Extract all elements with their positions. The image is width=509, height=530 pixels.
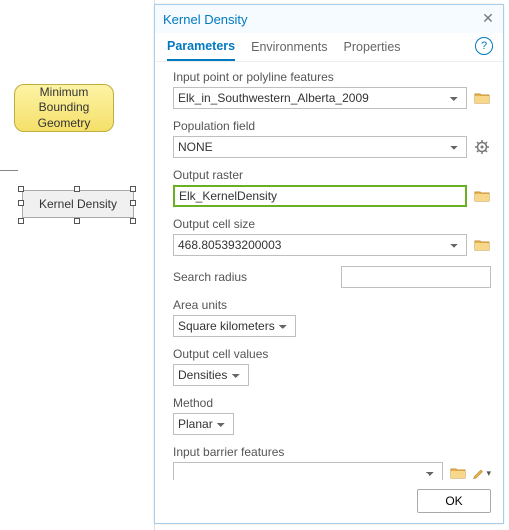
gear-icon[interactable] <box>473 138 491 156</box>
output-raster-input[interactable] <box>173 185 467 207</box>
browse-folder-icon[interactable] <box>449 464 467 480</box>
input-barrier-label: Input barrier features <box>173 445 491 459</box>
tab-properties[interactable]: Properties <box>344 40 401 60</box>
browse-folder-icon[interactable] <box>473 187 491 205</box>
model-canvas: Minimum Bounding Geometry Kernel Density <box>0 0 155 530</box>
output-cell-size-select[interactable]: 468.805393200003 <box>173 234 467 256</box>
selection-handle[interactable] <box>130 186 136 192</box>
connector-line <box>0 170 18 172</box>
kd-label: Kernel Density <box>39 197 117 211</box>
population-field-label: Population field <box>173 119 491 133</box>
selection-handle[interactable] <box>74 218 80 224</box>
output-cell-size-label: Output cell size <box>173 217 491 231</box>
tab-parameters[interactable]: Parameters <box>167 39 235 61</box>
selection-handle[interactable] <box>18 218 24 224</box>
mbg-label: Minimum Bounding Geometry <box>38 85 91 132</box>
output-raster-label: Output raster <box>173 168 491 182</box>
population-field-select[interactable]: NONE <box>173 136 467 158</box>
output-cell-values-select[interactable]: Densities <box>173 364 249 386</box>
kernel-density-dialog: Kernel Density ✕ Parameters Environments… <box>154 4 504 524</box>
selection-handle[interactable] <box>130 200 136 206</box>
tab-environments[interactable]: Environments <box>251 40 327 60</box>
input-barrier-select[interactable] <box>173 462 443 480</box>
sketch-pencil-icon[interactable]: ▾ <box>473 464 491 480</box>
dialog-footer: OK <box>155 480 503 523</box>
area-units-select[interactable]: Square kilometers <box>173 315 296 337</box>
browse-folder-icon[interactable] <box>473 236 491 254</box>
node-minimum-bounding-geometry[interactable]: Minimum Bounding Geometry <box>14 84 114 132</box>
selection-handle[interactable] <box>130 218 136 224</box>
chevron-down-icon: ▾ <box>486 468 491 479</box>
tab-bar: Parameters Environments Properties ? <box>155 33 503 62</box>
browse-folder-icon[interactable] <box>473 89 491 107</box>
parameters-form: Input point or polyline features Elk_in_… <box>155 62 503 480</box>
selection-handle[interactable] <box>74 186 80 192</box>
node-kernel-density[interactable]: Kernel Density <box>22 190 134 218</box>
input-features-label: Input point or polyline features <box>173 70 491 84</box>
help-icon[interactable]: ? <box>475 37 493 55</box>
close-icon[interactable]: ✕ <box>479 9 497 27</box>
selection-handle[interactable] <box>18 200 24 206</box>
search-radius-label: Search radius <box>173 270 247 284</box>
dialog-header: Kernel Density ✕ <box>155 5 503 33</box>
dialog-title: Kernel Density <box>163 12 248 27</box>
ok-button[interactable]: OK <box>417 489 491 513</box>
selection-handle[interactable] <box>18 186 24 192</box>
input-features-select[interactable]: Elk_in_Southwestern_Alberta_2009 <box>173 87 467 109</box>
area-units-label: Area units <box>173 298 491 312</box>
method-select[interactable]: Planar <box>173 413 234 435</box>
output-cell-values-label: Output cell values <box>173 347 491 361</box>
method-label: Method <box>173 396 491 410</box>
search-radius-input[interactable] <box>341 266 491 288</box>
